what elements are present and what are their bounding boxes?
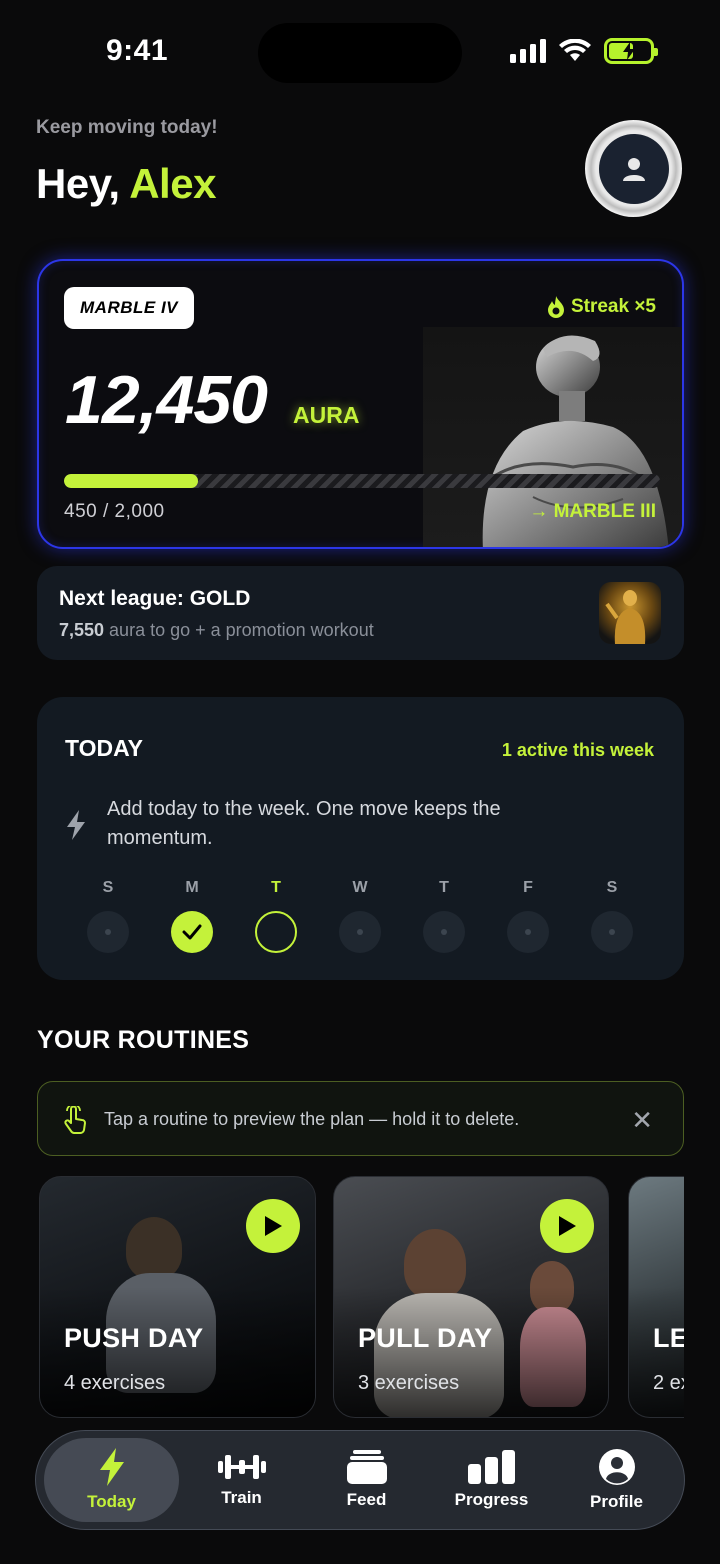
- tap-hand-icon: [64, 1106, 86, 1134]
- bolt-icon: [99, 1448, 124, 1486]
- today-card: TODAY 1 active this week Add today to th…: [37, 697, 684, 980]
- league-subtitle: 7,550 aura to go + a promotion workout: [59, 620, 374, 641]
- routine-carousel[interactable]: PUSH DAY 4 exercises PULL DAY 3 exercise…: [37, 1176, 684, 1418]
- day-letter: M: [185, 879, 199, 896]
- day-letter: S: [606, 879, 618, 896]
- check-icon: [182, 924, 202, 940]
- aura-unit: AURA: [293, 402, 360, 428]
- aura-to-go: 7,550: [59, 620, 105, 640]
- week-tracker: SMTWTFS: [87, 879, 633, 953]
- tab-profile[interactable]: Profile: [554, 1438, 679, 1522]
- tier-progress-fill: [64, 474, 199, 488]
- day-empty-dot[interactable]: [87, 911, 129, 953]
- dynamic-island: [258, 23, 462, 83]
- status-time: 9:41: [106, 34, 169, 67]
- routine-name: PUSH DAY: [64, 1323, 204, 1353]
- tab-feed[interactable]: Feed: [304, 1438, 429, 1522]
- person-icon: [598, 1449, 635, 1485]
- next-league-card[interactable]: Next league: GOLD 7,550 aura to go + a p…: [37, 566, 684, 660]
- routine-exercise-count: 3 exercises: [358, 1372, 460, 1394]
- day-letter: W: [352, 879, 368, 896]
- tab-label: Progress: [454, 1490, 529, 1509]
- day-empty-dot[interactable]: [423, 911, 465, 953]
- play-icon: [559, 1216, 576, 1236]
- cellular-signal-icon: [510, 39, 546, 63]
- tab-label: Today: [87, 1492, 136, 1511]
- routines-heading: YOUR ROUTINES: [37, 1026, 250, 1054]
- close-icon[interactable]: ✕: [631, 1105, 653, 1136]
- bottom-tab-bar: Today Train Feed Progress Profile: [35, 1430, 685, 1530]
- status-icons: [510, 38, 658, 64]
- day-letter: T: [439, 879, 449, 896]
- dumbbell-icon: [217, 1455, 266, 1479]
- routine-card-pull-day[interactable]: PULL DAY 3 exercises: [333, 1176, 609, 1418]
- day-letter: S: [102, 879, 114, 896]
- day-column: S: [591, 879, 633, 953]
- day-column: S: [87, 879, 129, 953]
- play-button[interactable]: [246, 1199, 300, 1253]
- day-empty-dot[interactable]: [591, 911, 633, 953]
- day-letter: T: [271, 879, 281, 896]
- league-subtitle-rest: aura to go + a promotion workout: [104, 620, 374, 640]
- aura-value: 12,450: [65, 362, 268, 438]
- day-completed-check[interactable]: [171, 911, 213, 953]
- today-message: Add today to the week. One move keeps th…: [107, 798, 501, 849]
- streak-label: Streak ×5: [570, 296, 656, 317]
- tab-label: Profile: [590, 1492, 643, 1511]
- day-column: M: [171, 879, 213, 953]
- tab-label: Train: [221, 1488, 262, 1507]
- routines-tip-banner: Tap a routine to preview the plan — hold…: [37, 1081, 684, 1156]
- tip-text: Tap a routine to preview the plan — hold…: [104, 1109, 520, 1129]
- avatar-button[interactable]: [585, 120, 682, 217]
- day-empty-dot[interactable]: [339, 911, 381, 953]
- battery-icon: [604, 38, 658, 64]
- gold-statue-thumbnail: [599, 582, 661, 644]
- play-button[interactable]: [540, 1199, 594, 1253]
- feed-stack-icon: [346, 1450, 387, 1484]
- header-subtitle: Keep moving today!: [36, 117, 218, 138]
- streak-indicator: Streak ×5: [547, 296, 656, 318]
- bolt-icon: [67, 810, 85, 840]
- user-name: Alex: [129, 160, 216, 207]
- day-column: F: [507, 879, 549, 953]
- wifi-icon: [559, 39, 591, 61]
- day-today-ring[interactable]: [255, 911, 297, 953]
- tab-train[interactable]: Train: [179, 1438, 304, 1522]
- aura-card[interactable]: MARBLE IV Streak ×5 12,450 AURA 450 / 2,…: [37, 259, 684, 549]
- day-column: T: [423, 879, 465, 953]
- next-tier-label: → MARBLE III: [529, 501, 656, 522]
- day-column: W: [339, 879, 381, 953]
- tier-badge: MARBLE IV: [64, 287, 194, 329]
- routine-exercise-count: 2 ex: [653, 1372, 684, 1394]
- play-icon: [265, 1216, 282, 1236]
- league-title: Next league: GOLD: [59, 587, 251, 610]
- greeting-prefix: Hey,: [36, 160, 130, 207]
- bar-chart-icon: [467, 1450, 515, 1484]
- tab-progress[interactable]: Progress: [429, 1438, 554, 1522]
- routine-card-leg-day[interactable]: LE 2 ex: [628, 1176, 684, 1418]
- flame-icon: [547, 296, 564, 318]
- tab-today[interactable]: Today: [44, 1438, 179, 1522]
- status-bar: 9:41: [0, 0, 720, 100]
- greeting: Hey, Alex: [36, 160, 216, 208]
- active-this-week: 1 active this week: [501, 740, 654, 760]
- day-empty-dot[interactable]: [507, 911, 549, 953]
- routine-card-push-day[interactable]: PUSH DAY 4 exercises: [39, 1176, 316, 1418]
- progress-label: 450 / 2,000: [64, 501, 165, 522]
- avatar: [598, 133, 669, 204]
- routine-exercise-count: 4 exercises: [64, 1372, 166, 1394]
- routine-name: PULL DAY: [358, 1323, 493, 1353]
- day-letter: F: [523, 879, 533, 896]
- tier-progress-bar: [64, 474, 660, 488]
- routine-name: LE: [653, 1323, 684, 1353]
- day-column: T: [255, 879, 297, 953]
- tab-label: Feed: [346, 1490, 387, 1509]
- person-icon: [622, 157, 645, 181]
- today-title: TODAY: [65, 735, 143, 761]
